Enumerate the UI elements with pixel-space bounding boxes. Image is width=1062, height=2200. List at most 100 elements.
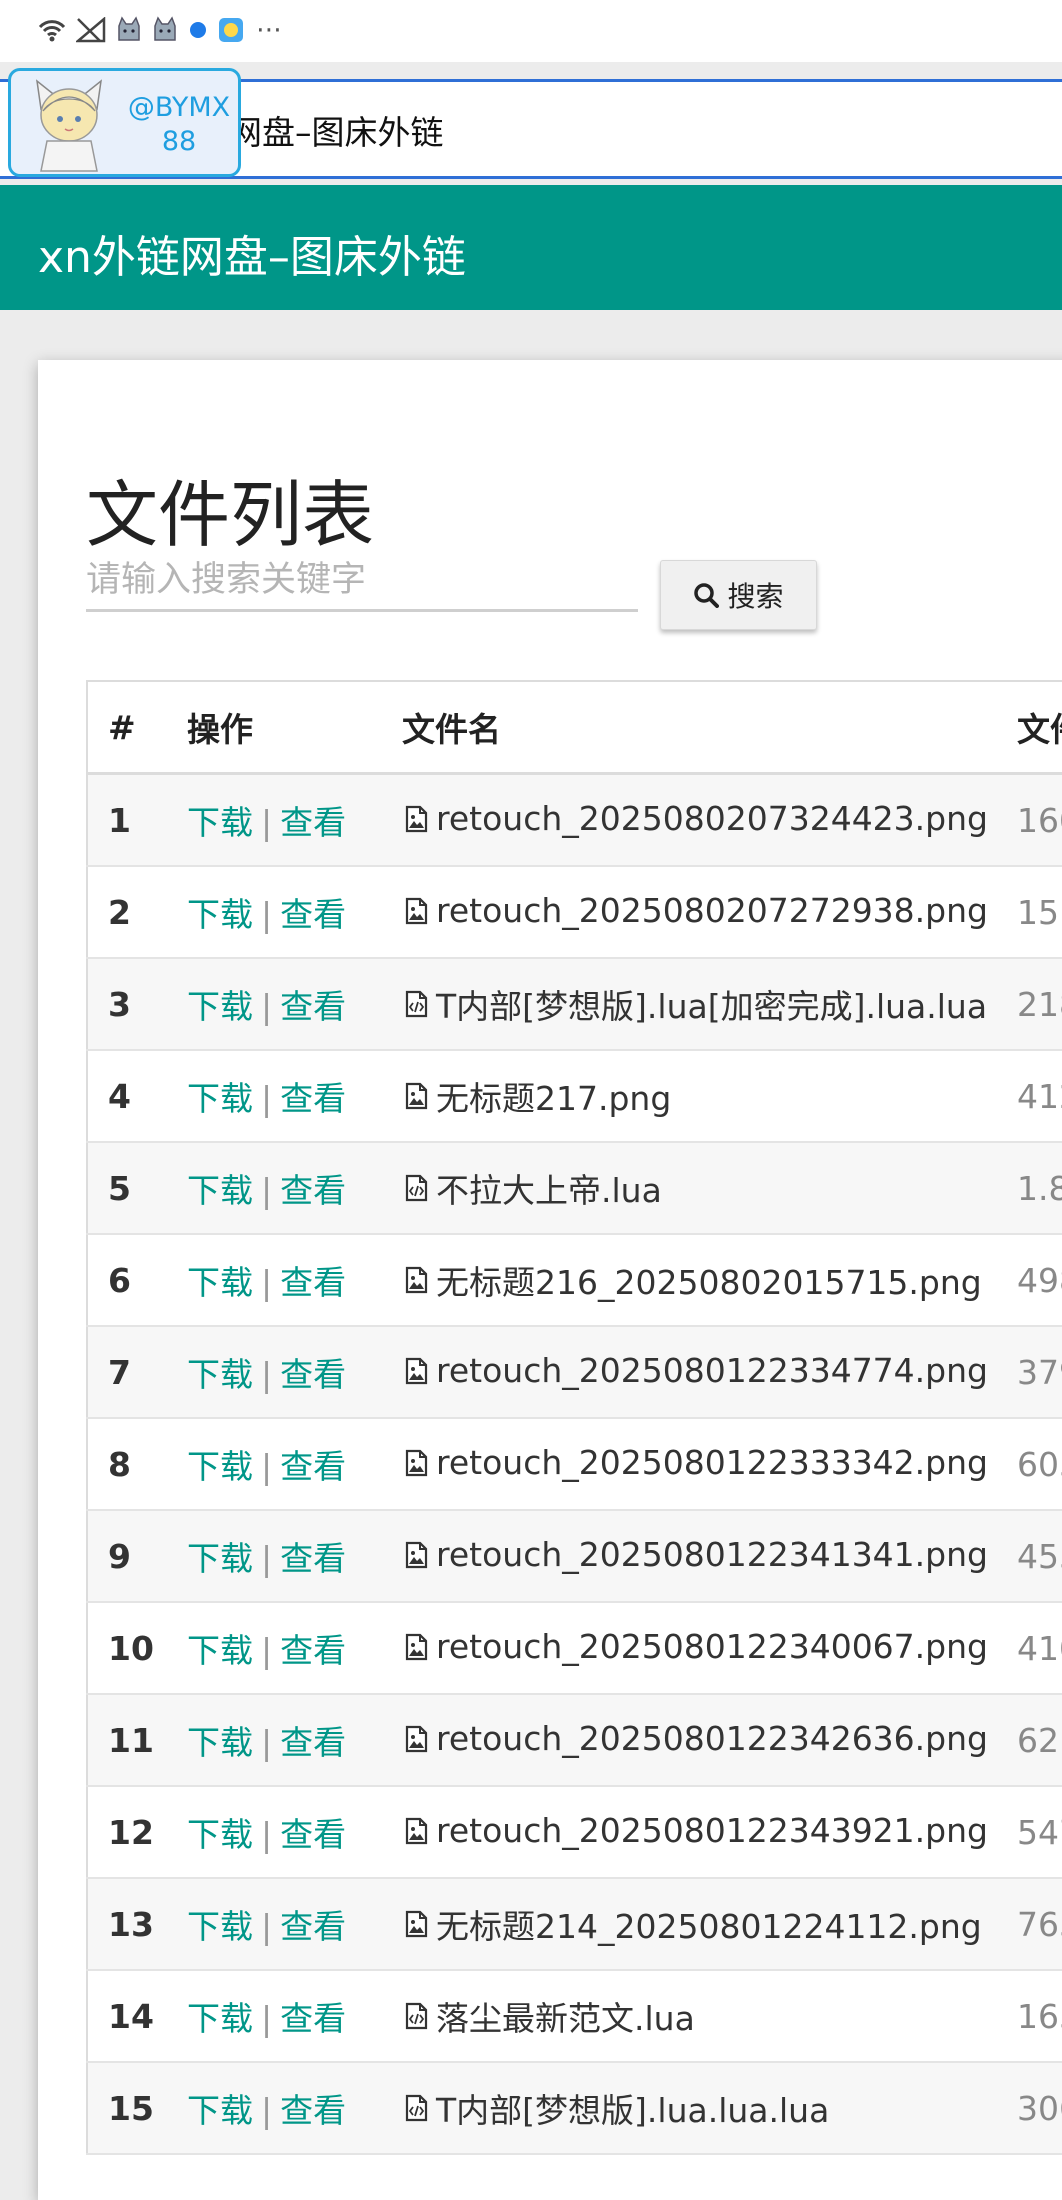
row-number: 10 — [87, 1602, 187, 1695]
row-number: 7 — [87, 1326, 187, 1419]
file-size: 603 — [1017, 1418, 1062, 1511]
search-button-label: 搜索 — [727, 580, 784, 613]
table-row: 4下载|查看无标题217.png412 — [87, 1050, 1062, 1143]
view-link[interactable]: 查看 — [280, 1447, 346, 1486]
row-number: 14 — [87, 1970, 187, 2063]
view-link[interactable]: 查看 — [280, 1631, 346, 1670]
file-name: retouch_2025080122334774.png — [436, 1351, 988, 1391]
row-actions: 下载 | 查看 — [187, 1326, 402, 1419]
table-row: 7下载|查看 retouch_2025080122334774.png 379 — [87, 1326, 1062, 1419]
action-separator: | — [261, 1631, 273, 1670]
table-row: 14下载|查看落尘最新范文.lua163 — [87, 1970, 1062, 2063]
download-link[interactable]: 下载 — [187, 987, 253, 1026]
action-separator: | — [261, 1355, 273, 1394]
download-link[interactable]: 下载 — [187, 1171, 253, 1210]
download-link[interactable]: 下载 — [187, 1723, 253, 1762]
cat-icon — [152, 16, 178, 44]
file-name-cell: 无标题217.png — [402, 1050, 1017, 1143]
action-separator: | — [261, 1171, 273, 1210]
view-link[interactable]: 查看 — [280, 803, 346, 842]
col-header-action: 操作 — [187, 681, 402, 775]
download-link[interactable]: 下载 — [187, 2091, 253, 2130]
image-file-icon — [402, 897, 430, 925]
file-name: T内部[梦想版].lua[加密完成].lua.lua — [436, 987, 988, 1026]
download-link[interactable]: 下载 — [187, 1355, 253, 1394]
image-file-icon — [402, 1817, 430, 1845]
row-number: 1 — [87, 773, 187, 867]
file-name-cell: retouch_2025080122340067.png — [402, 1602, 1017, 1695]
view-link[interactable]: 查看 — [280, 1539, 346, 1578]
view-link[interactable]: 查看 — [280, 1723, 346, 1762]
file-name-cell: retouch_2025080122333342.png — [402, 1418, 1017, 1511]
view-link[interactable]: 查看 — [280, 1171, 346, 1210]
row-number: 5 — [87, 1142, 187, 1235]
view-link[interactable]: 查看 — [280, 1815, 346, 1854]
view-link[interactable]: 查看 — [280, 1079, 346, 1118]
row-actions: 下载 | 查看 — [187, 1418, 402, 1511]
table-header-row: # 操作 文件名 文件 — [87, 681, 1062, 775]
file-name: 落尘最新范文.lua — [436, 1999, 695, 2038]
view-link[interactable]: 查看 — [280, 1907, 346, 1946]
row-number: 15 — [87, 2062, 187, 2155]
file-name-cell: retouch_2025080122343921.png — [402, 1786, 1017, 1879]
download-link[interactable]: 下载 — [187, 1447, 253, 1486]
search-button[interactable]: 搜索 — [660, 560, 817, 630]
file-table: # 操作 文件名 文件 1下载|查看retouch_20250802073244… — [86, 680, 1062, 2155]
file-name-cell: retouch_2025080207272938.png — [402, 866, 1017, 959]
row-number: 12 — [87, 1786, 187, 1879]
file-size: 453 — [1017, 1510, 1062, 1603]
download-link[interactable]: 下载 — [187, 1263, 253, 1302]
download-link[interactable]: 下载 — [187, 1999, 253, 2038]
row-actions: 下载 | 查看 — [187, 1602, 402, 1695]
floating-user-bubble[interactable]: @BYMX 88 — [8, 68, 241, 177]
row-actions: 下载 | 查看 — [187, 1050, 402, 1143]
table-row: 9下载|查看 retouch_2025080122341341.png 453 — [87, 1510, 1062, 1603]
download-link[interactable]: 下载 — [187, 1539, 253, 1578]
file-name-cell: 落尘最新范文.lua — [402, 1970, 1017, 2063]
code-file-icon — [402, 2002, 430, 2030]
view-link[interactable]: 查看 — [280, 895, 346, 934]
file-name: retouch_2025080122341341.png — [436, 1535, 988, 1575]
file-name-cell: retouch_2025080122342636.png — [402, 1694, 1017, 1787]
download-link[interactable]: 下载 — [187, 895, 253, 934]
image-file-icon — [402, 805, 430, 833]
download-link[interactable]: 下载 — [187, 1815, 253, 1854]
image-file-icon — [402, 1541, 430, 1569]
row-actions: 下载 | 查看 — [187, 1970, 402, 2063]
app-title[interactable]: xn外链网盘–图床外链 — [38, 221, 466, 285]
row-number: 9 — [87, 1510, 187, 1603]
view-link[interactable]: 查看 — [280, 1263, 346, 1302]
view-link[interactable]: 查看 — [280, 987, 346, 1026]
download-link[interactable]: 下载 — [187, 1631, 253, 1670]
col-header-num: # — [87, 681, 187, 775]
download-link[interactable]: 下载 — [187, 803, 253, 842]
download-link[interactable]: 下载 — [187, 1079, 253, 1118]
action-separator: | — [261, 2091, 273, 2130]
code-file-icon — [402, 990, 430, 1018]
image-file-icon — [402, 1082, 430, 1110]
row-actions: 下载 | 查看 — [187, 1878, 402, 1971]
row-number: 2 — [87, 866, 187, 959]
view-link[interactable]: 查看 — [280, 2091, 346, 2130]
file-name-cell: T内部[梦想版].lua[加密完成].lua.lua — [402, 958, 1017, 1051]
download-link[interactable]: 下载 — [187, 1907, 253, 1946]
no-signal-icon — [76, 17, 106, 43]
search-input[interactable] — [86, 550, 638, 612]
wifi-icon — [38, 18, 66, 42]
col-header-size: 文件 — [1017, 681, 1062, 775]
action-separator: | — [261, 1539, 273, 1578]
row-actions: 下载 | 查看 — [187, 773, 402, 867]
file-name: retouch_2025080207324423.png — [436, 799, 988, 839]
file-table-wrapper: # 操作 文件名 文件 1下载|查看retouch_20250802073244… — [86, 680, 1062, 2155]
file-size: 1.8 — [1017, 1142, 1062, 1235]
action-separator: | — [261, 895, 273, 934]
view-link[interactable]: 查看 — [280, 1999, 346, 2038]
file-name: retouch_2025080207272938.png — [436, 891, 988, 931]
file-name-cell: 无标题214_20250801224112.png — [402, 1878, 1017, 1971]
code-file-icon — [402, 1174, 430, 1202]
view-link[interactable]: 查看 — [280, 1355, 346, 1394]
file-size: 306 — [1017, 2062, 1062, 2155]
file-size: 412 — [1017, 1050, 1062, 1143]
table-row: 5下载|查看不拉大上帝.lua1.8 — [87, 1142, 1062, 1235]
file-name-cell: retouch_2025080207324423.png — [402, 773, 1017, 867]
